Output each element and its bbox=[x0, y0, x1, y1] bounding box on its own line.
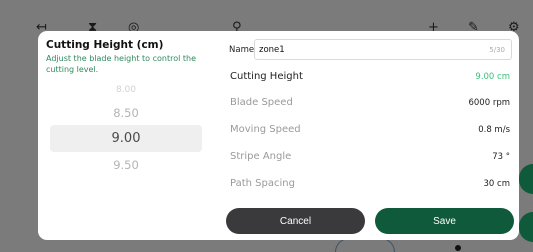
picker-title: Cutting Height (cm) bbox=[46, 39, 164, 51]
param-label: Stripe Angle bbox=[230, 151, 292, 162]
name-input-value[interactable]: zone1 bbox=[259, 45, 285, 55]
picker-selected-option[interactable]: 9.00 bbox=[50, 125, 202, 152]
cancel-button[interactable]: Cancel bbox=[226, 208, 365, 234]
param-row-stripe-angle[interactable]: Stripe Angle 73 ° bbox=[230, 151, 510, 162]
cutting-height-picker-panel: Cutting Height (cm) Adjust the blade hei… bbox=[38, 31, 216, 240]
zone-parameters-panel: Name zone1 5/30 Cutting Height 9.00 cm B… bbox=[224, 31, 519, 240]
zone-settings-dialog: Cutting Height (cm) Adjust the blade hei… bbox=[38, 31, 519, 240]
param-value: 0.8 m/s bbox=[478, 124, 510, 135]
param-label: Path Spacing bbox=[230, 178, 295, 189]
param-label: Moving Speed bbox=[230, 124, 301, 135]
picker-description: Adjust the blade height to control the c… bbox=[46, 54, 196, 74]
save-button[interactable]: Save bbox=[375, 208, 514, 234]
param-row-cutting-height[interactable]: Cutting Height 9.00 cm bbox=[230, 71, 510, 82]
picker-option[interactable]: 9.50 bbox=[50, 158, 202, 172]
param-value: 9.00 cm bbox=[475, 71, 510, 82]
param-label: Blade Speed bbox=[230, 97, 293, 108]
picker-option[interactable]: 8.00 bbox=[50, 85, 202, 95]
name-label: Name bbox=[229, 44, 255, 55]
param-value: 6000 rpm bbox=[468, 97, 510, 108]
name-char-count: 5/30 bbox=[489, 45, 505, 54]
name-field-row: Name zone1 5/30 bbox=[229, 39, 512, 60]
param-row-moving-speed[interactable]: Moving Speed 0.8 m/s bbox=[230, 124, 510, 135]
param-value: 30 cm bbox=[483, 178, 510, 189]
picker-option[interactable]: 8.50 bbox=[50, 106, 202, 120]
param-row-path-spacing[interactable]: Path Spacing 30 cm bbox=[230, 178, 510, 189]
param-row-blade-speed[interactable]: Blade Speed 6000 rpm bbox=[230, 97, 510, 108]
name-input[interactable]: zone1 5/30 bbox=[254, 39, 512, 60]
param-label: Cutting Height bbox=[230, 71, 303, 82]
param-value: 73 ° bbox=[492, 151, 510, 162]
